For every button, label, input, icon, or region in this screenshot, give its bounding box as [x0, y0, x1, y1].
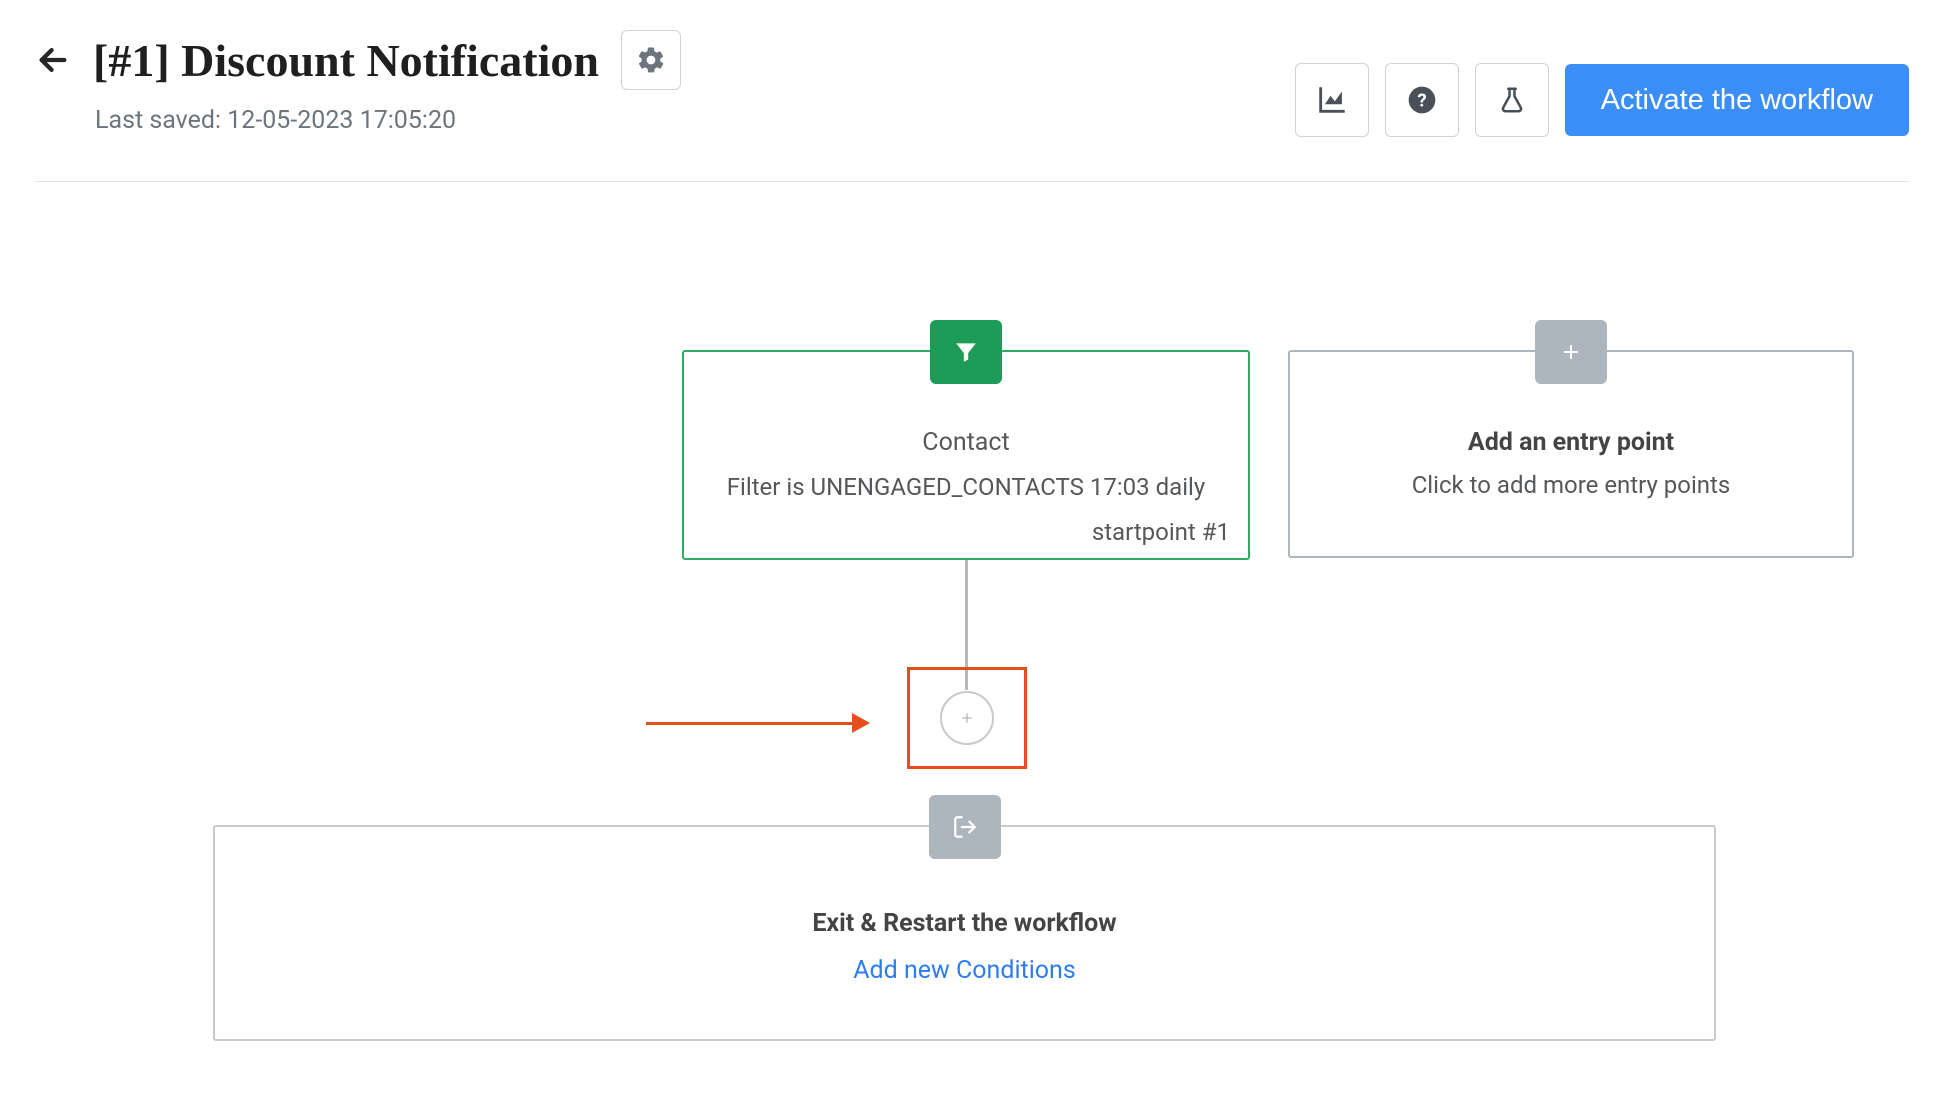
help-icon: ?: [1406, 84, 1438, 116]
startpoint-badge: [930, 320, 1002, 384]
annotation-arrow: [646, 713, 870, 733]
area-chart-icon: [1315, 83, 1349, 117]
svg-text:?: ?: [1417, 90, 1426, 112]
arrow-left-icon: [36, 43, 70, 77]
workflow-canvas: Contact Filter is UNENGAGED_CONTACTS 17:…: [0, 230, 1944, 1112]
plus-icon: [1559, 340, 1583, 364]
add-step-highlight: [907, 667, 1027, 769]
test-button[interactable]: [1475, 63, 1549, 137]
analytics-button[interactable]: [1295, 63, 1369, 137]
exit-title: Exit & Restart the workflow: [215, 909, 1714, 938]
flask-icon: [1497, 85, 1527, 115]
gear-icon: [636, 45, 666, 75]
help-button[interactable]: ?: [1385, 63, 1459, 137]
plus-small-icon: [959, 710, 975, 726]
back-button[interactable]: [35, 42, 71, 78]
add-entry-point-node[interactable]: Add an entry point Click to add more ent…: [1288, 350, 1854, 558]
add-entry-badge: [1535, 320, 1607, 384]
add-step-button[interactable]: [940, 691, 994, 745]
page-title: [#1] Discount Notification: [93, 34, 599, 87]
startpoint-title: Contact: [684, 428, 1248, 457]
add-conditions-link[interactable]: Add new Conditions: [215, 956, 1714, 985]
last-saved-text: Last saved: 12-05-2023 17:05:20: [95, 106, 681, 135]
settings-button[interactable]: [621, 30, 681, 90]
header-divider: [35, 181, 1909, 182]
startpoint-node[interactable]: Contact Filter is UNENGAGED_CONTACTS 17:…: [682, 350, 1250, 560]
add-entry-subtitle: Click to add more entry points: [1290, 471, 1852, 499]
startpoint-tag: startpoint #1: [1092, 518, 1230, 546]
add-entry-title: Add an entry point: [1290, 428, 1852, 457]
exit-restart-node[interactable]: Exit & Restart the workflow Add new Cond…: [213, 825, 1716, 1041]
activate-workflow-button[interactable]: Activate the workflow: [1565, 64, 1909, 136]
filter-icon: [953, 339, 979, 365]
startpoint-subtitle: Filter is UNENGAGED_CONTACTS 17:03 daily: [684, 473, 1248, 501]
exit-icon: [952, 814, 978, 840]
exit-badge: [929, 795, 1001, 859]
